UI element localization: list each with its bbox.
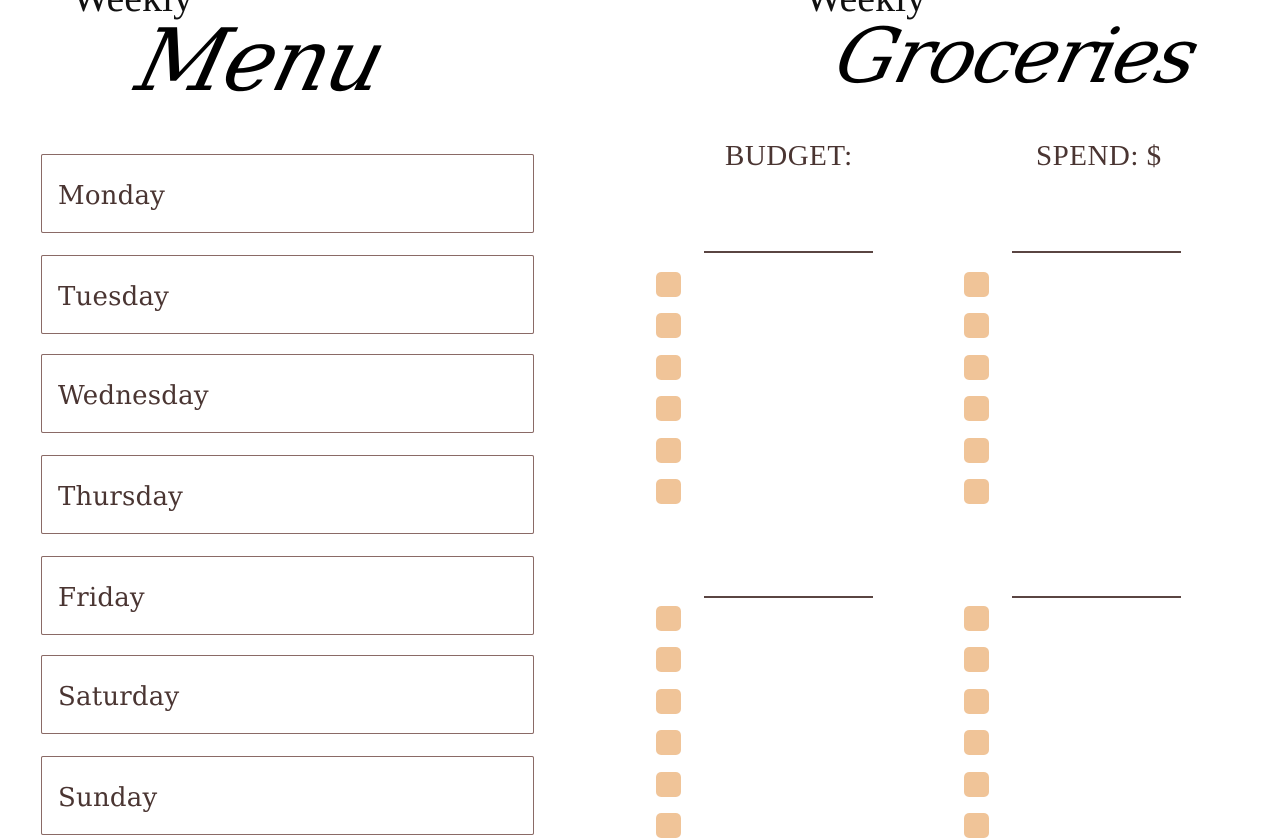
write-in-line[interactable]: [704, 596, 873, 598]
day-label: Saturday: [58, 682, 180, 712]
grocery-checkbox[interactable]: [964, 479, 989, 504]
grocery-checkbox[interactable]: [964, 396, 989, 421]
day-label: Wednesday: [58, 381, 209, 411]
day-label: Monday: [58, 181, 166, 211]
grocery-checkbox[interactable]: [656, 730, 681, 755]
grocery-checkbox[interactable]: [964, 355, 989, 380]
spend-label: SPEND: $: [1036, 140, 1162, 172]
day-box-sunday[interactable]: Sunday: [41, 756, 534, 835]
write-in-line[interactable]: [1012, 596, 1181, 598]
grocery-checkbox[interactable]: [964, 647, 989, 672]
grocery-checkbox[interactable]: [656, 396, 681, 421]
day-box-wednesday[interactable]: Wednesday: [41, 354, 534, 433]
menu-title: Menu: [127, 11, 395, 111]
budget-label: BUDGET:: [725, 140, 853, 172]
grocery-checkbox[interactable]: [656, 647, 681, 672]
grocery-checkbox[interactable]: [656, 813, 681, 838]
grocery-checkbox[interactable]: [964, 438, 989, 463]
write-in-line[interactable]: [704, 251, 873, 253]
grocery-checkbox[interactable]: [964, 689, 989, 714]
write-in-line[interactable]: [1012, 251, 1181, 253]
day-label: Tuesday: [58, 282, 170, 312]
grocery-checkbox[interactable]: [964, 730, 989, 755]
groceries-title: Groceries: [827, 11, 1207, 100]
grocery-checkbox[interactable]: [656, 772, 681, 797]
grocery-checkbox[interactable]: [964, 606, 989, 631]
grocery-checkbox[interactable]: [656, 438, 681, 463]
grocery-checkbox[interactable]: [656, 479, 681, 504]
grocery-checkbox[interactable]: [656, 272, 681, 297]
day-box-saturday[interactable]: Saturday: [41, 655, 534, 734]
grocery-checkbox[interactable]: [964, 813, 989, 838]
grocery-checkbox[interactable]: [964, 772, 989, 797]
day-box-thursday[interactable]: Thursday: [41, 455, 534, 534]
grocery-checkbox[interactable]: [964, 272, 989, 297]
day-box-monday[interactable]: Monday: [41, 154, 534, 233]
grocery-checkbox[interactable]: [656, 355, 681, 380]
grocery-checkbox[interactable]: [656, 313, 681, 338]
day-label: Sunday: [58, 783, 158, 813]
grocery-checkbox[interactable]: [964, 313, 989, 338]
day-box-tuesday[interactable]: Tuesday: [41, 255, 534, 334]
grocery-checkbox[interactable]: [656, 689, 681, 714]
day-box-friday[interactable]: Friday: [41, 556, 534, 635]
grocery-checkbox[interactable]: [656, 606, 681, 631]
day-label: Friday: [58, 583, 145, 613]
day-label: Thursday: [58, 482, 184, 512]
